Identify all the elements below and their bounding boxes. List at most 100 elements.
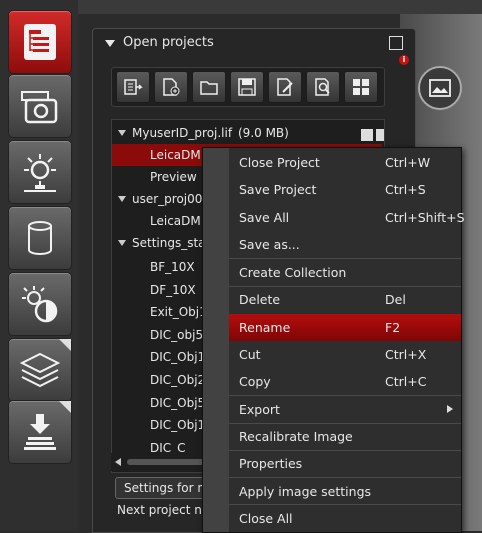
cylinder-icon [28,221,52,255]
menu-item-shortcut: Ctrl+X [385,347,427,362]
find-button[interactable] [306,71,340,103]
grid-view-button[interactable] [344,71,378,103]
menu-item-close-all[interactable]: Close All [229,505,461,532]
expand-arrow-icon[interactable] [118,196,126,202]
menu-item-label: Properties [239,456,303,471]
menu-item-shortcut: Del [385,292,406,307]
tree-row-label: DIC_Obj2 [150,373,206,387]
tree-row-label: DIC_Obj5 [150,396,206,410]
menu-item-label: Cut [239,347,261,362]
projects-tool-button[interactable] [8,10,72,74]
tree-row-label: DIC_obj5 [150,328,204,342]
menu-item-label: Save as... [239,237,300,252]
expand-corner-icon [59,401,71,413]
open-project-button[interactable] [116,71,150,103]
tree-row-label: Preview [150,170,197,184]
menu-item-label: Save Project [239,182,317,197]
tree-row-label: user_proj001 [132,192,211,206]
briefcase-icon[interactable] [376,129,384,141]
menu-item-delete[interactable]: Delete Del [229,286,461,313]
scroll-left-icon[interactable] [115,458,121,466]
menu-item-rename[interactable]: Rename F2 [229,314,461,341]
expand-corner-icon [59,339,71,351]
open-project-icon [124,79,143,95]
menu-item-apply-image-settings[interactable]: Apply image settings [229,478,461,505]
edit-document-icon [277,78,293,96]
light-bulb-icon [24,154,56,192]
menu-item-shortcut: Ctrl+S [385,182,426,197]
menu-item-label: Delete [239,292,281,307]
tree-row-label: DIC_Obj1 [150,350,206,364]
menu-icon-gutter [203,148,229,532]
image-view-button[interactable] [418,66,462,110]
panel-title: Open projects [123,35,214,50]
menu-item-label: Close All [239,511,293,526]
tree-row-label: Exit_Obj1 [150,305,207,319]
tree-row-label: LeicaDM [150,214,201,228]
adjust-tool-button[interactable] [8,272,72,336]
grid-view-icon [353,79,369,95]
menu-item-label: Rename [239,320,291,335]
menu-item-save-as[interactable]: Save as... [229,231,461,258]
save-icon [238,78,256,96]
download-stack-icon [24,414,56,450]
new-project-button[interactable] [154,71,188,103]
menu-item-cut[interactable]: Cut Ctrl+X [229,341,461,368]
menu-item-copy[interactable]: Copy Ctrl+C [229,368,461,395]
menu-item-label: Recalibrate Image [239,429,353,444]
tree-row-label: DIC_Obj1 [150,418,206,432]
expand-arrow-icon[interactable] [118,130,126,136]
menu-item-label: Close Project [239,155,320,170]
menu-item-label: Export [239,402,280,417]
menu-item-label: Apply image settings [239,484,372,499]
tree-row-label: MyuserID_proj.lif [132,126,233,140]
menu-item-shortcut: F2 [385,320,401,335]
menu-item-recalibrate-image[interactable]: Recalibrate Image [229,423,461,450]
image-icon [429,79,451,97]
open-folder-icon [200,81,218,95]
camera-tool-button[interactable] [8,74,72,138]
menu-item-create-collection[interactable]: Create Collection [229,259,461,286]
menu-item-label: Save All [239,210,290,225]
layers-icon [20,352,60,388]
menu-item-shortcut: Ctrl+W [385,155,431,170]
tree-row-label: DF_10X [150,283,196,297]
undock-icon[interactable] [389,36,403,50]
project-tree-icon [24,24,56,60]
edit-button[interactable] [268,71,302,103]
save-button[interactable] [230,71,264,103]
menu-item-close-project[interactable]: Close Project Ctrl+W [229,149,461,176]
project-toolbar [111,67,385,107]
search-document-icon [315,78,330,96]
sample-tool-button[interactable] [8,206,72,270]
left-toolbar [0,0,78,531]
submenu-arrow-icon [447,405,453,413]
tree-row-label: BF_10X [150,260,195,274]
menu-item-save-project[interactable]: Save Project Ctrl+S [229,176,461,203]
menu-item-shortcut: Ctrl+Shift+S [385,210,465,225]
tree-row-label: LeicaDM [150,148,201,162]
menu-item-export[interactable]: Export [229,396,461,423]
camera-icon [21,91,58,124]
collapse-arrow-icon[interactable] [105,40,115,47]
tree-row-project[interactable]: MyuserID_proj.lif (9.0 MB) [112,122,384,144]
import-tool-button[interactable] [8,400,72,464]
expand-arrow-icon[interactable] [118,240,126,246]
tree-row-label: Settings_sta [132,236,206,250]
illumination-tool-button[interactable] [8,140,72,204]
open-folder-button[interactable] [192,71,226,103]
menu-item-label: Copy [239,374,271,389]
top-strip [78,0,482,14]
next-project-name-label: Next project na [117,503,210,517]
new-file-icon [163,78,180,96]
layers-tool-button[interactable] [8,338,72,402]
menu-item-save-all[interactable]: Save All Ctrl+Shift+S [229,204,465,231]
brightness-contrast-icon [22,286,58,323]
menu-item-shortcut: Ctrl+C [385,374,427,389]
panel-header[interactable]: Open projects [93,29,415,57]
info-badge: i [399,55,409,65]
menu-item-properties[interactable]: Properties [229,450,461,477]
save-small-icon[interactable] [361,129,373,141]
context-menu: Close Project Ctrl+W Save Project Ctrl+S… [202,147,465,533]
file-size: (9.0 MB) [238,126,289,140]
